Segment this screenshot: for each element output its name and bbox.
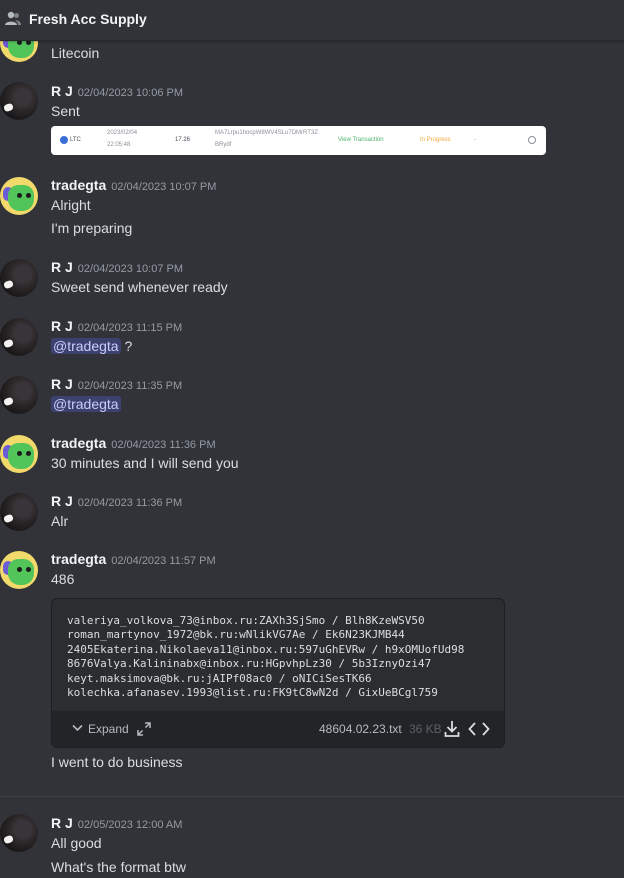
message-text: Alright <box>51 197 91 213</box>
embed-address-2: BRydf <box>215 142 232 148</box>
embed-status: In Progress <box>420 137 451 143</box>
code-icon[interactable] <box>468 721 490 737</box>
channel-title: Fresh Acc Supply <box>29 11 147 27</box>
message-header: R J 02/04/2023 11:15 PM <box>51 318 182 334</box>
chevron-down-icon[interactable] <box>72 724 83 732</box>
author-name[interactable]: R J <box>51 376 73 392</box>
author-name[interactable]: R J <box>51 815 73 831</box>
author-name[interactable]: R J <box>51 259 73 275</box>
avatar[interactable] <box>0 82 38 120</box>
message-suffix: ? <box>120 338 133 354</box>
message-header: R J 02/04/2023 11:36 PM <box>51 493 182 509</box>
file-attachment: valeriya_volkova_73@inbox.ru:ZAXh3SjSmo … <box>51 598 505 748</box>
avatar[interactable] <box>0 551 38 589</box>
embed-date: 2023/02/04 <box>107 130 138 136</box>
author-name[interactable]: tradegta <box>51 435 106 451</box>
file-footer: Expand 48604.02.23.txt 36 KB <box>52 711 504 747</box>
message-text: I went to do business <box>51 754 183 770</box>
avatar[interactable] <box>0 493 38 531</box>
author-name[interactable]: R J <box>51 83 73 99</box>
settings-icon <box>528 136 536 144</box>
message-text: Sweet send whenever ready <box>51 279 228 295</box>
file-line: 8676Valya.Kalininabx@inbox.ru:HGpvhpLz30… <box>67 657 432 671</box>
file-preview: valeriya_volkova_73@inbox.ru:ZAXh3SjSmo … <box>67 614 464 700</box>
avatar[interactable] <box>0 814 38 852</box>
channel-header: Fresh Acc Supply <box>0 0 624 41</box>
user-mention[interactable]: @tradegta <box>51 396 121 412</box>
file-name[interactable]: 48604.02.23.txt <box>319 722 402 736</box>
message-text: 486 <box>51 571 75 587</box>
message-header: R J 02/04/2023 10:07 PM <box>51 259 183 275</box>
message-header: tradegta 02/04/2023 11:36 PM <box>51 435 216 451</box>
avatar[interactable] <box>0 259 38 297</box>
avatar[interactable] <box>0 177 38 215</box>
timestamp: 02/04/2023 11:15 PM <box>77 322 183 334</box>
message-text: Alr <box>51 513 69 529</box>
file-line: 2405Ekaterina.Nikolaeva11@inbox.ru:597uG… <box>67 642 465 656</box>
avatar[interactable] <box>0 435 38 473</box>
message-text: All good <box>51 835 102 851</box>
timestamp: 02/05/2023 12:00 AM <box>77 819 183 831</box>
embed-dash: - <box>474 137 476 143</box>
litecoin-icon <box>60 136 68 144</box>
file-line: roman_martynov_1972@bk.ru:wNlikVG7Ae / E… <box>67 628 405 642</box>
message-header: tradegta 02/04/2023 11:57 PM <box>51 551 216 567</box>
embed-link: View Transaction <box>338 137 384 143</box>
embed-coin: LTC <box>70 137 81 143</box>
download-icon[interactable] <box>444 720 460 738</box>
embed-address-1: MA7Lrpu1hocpW8WV4SLu7DMrRT3Z <box>215 130 318 136</box>
timestamp: 02/04/2023 11:36 PM <box>111 439 216 451</box>
timestamp: 02/04/2023 10:07 PM <box>77 263 183 275</box>
message-text: 30 minutes and I will send you <box>51 455 239 471</box>
expand-arrows-icon[interactable] <box>137 722 151 736</box>
file-line: valeriya_volkova_73@inbox.ru:ZAXh3SjSmo … <box>67 614 425 627</box>
timestamp: 02/04/2023 11:35 PM <box>77 380 183 392</box>
user-mention[interactable]: @tradegta <box>51 338 121 354</box>
message-text: What's the format btw <box>51 859 186 875</box>
message-header: R J 02/04/2023 11:35 PM <box>51 376 182 392</box>
embed-amount: 17.26 <box>175 137 191 143</box>
transaction-image[interactable]: LTC 2023/02/04 22:05:48 17.26 MA7Lrpu1ho… <box>51 126 546 155</box>
message-text: Litecoin <box>51 45 100 61</box>
message-text: Sent <box>51 103 80 119</box>
message-header: tradegta 02/04/2023 10:07 PM <box>51 177 216 193</box>
timestamp: 02/04/2023 11:57 PM <box>111 555 216 567</box>
people-icon[interactable] <box>4 10 22 28</box>
timestamp: 02/04/2023 11:36 PM <box>77 497 183 509</box>
author-name[interactable]: tradegta <box>51 177 106 193</box>
file-line: keyt.maksimova@bk.ru:jAIPf08ac0 / oNICiS… <box>67 671 372 685</box>
file-size: 36 KB <box>409 722 442 736</box>
avatar[interactable] <box>0 318 38 356</box>
expand-button[interactable]: Expand <box>88 722 129 736</box>
avatar[interactable] <box>0 376 38 414</box>
message-text: @tradegta <box>51 396 121 412</box>
message-text: I'm preparing <box>51 220 133 236</box>
message-header: R J 02/04/2023 10:06 PM <box>51 83 183 99</box>
divider <box>0 796 624 797</box>
timestamp: 02/04/2023 10:06 PM <box>77 87 183 99</box>
message-header: R J 02/05/2023 12:00 AM <box>51 815 182 831</box>
author-name[interactable]: R J <box>51 318 73 334</box>
timestamp: 02/04/2023 10:07 PM <box>111 181 217 193</box>
embed-time: 22:05:48 <box>107 142 131 148</box>
author-name[interactable]: R J <box>51 493 73 509</box>
message-text: @tradegta ? <box>51 338 132 354</box>
author-name[interactable]: tradegta <box>51 551 106 567</box>
file-line: kolechka.afanasev.1993@list.ru:FK9tC8wN2… <box>67 686 438 700</box>
